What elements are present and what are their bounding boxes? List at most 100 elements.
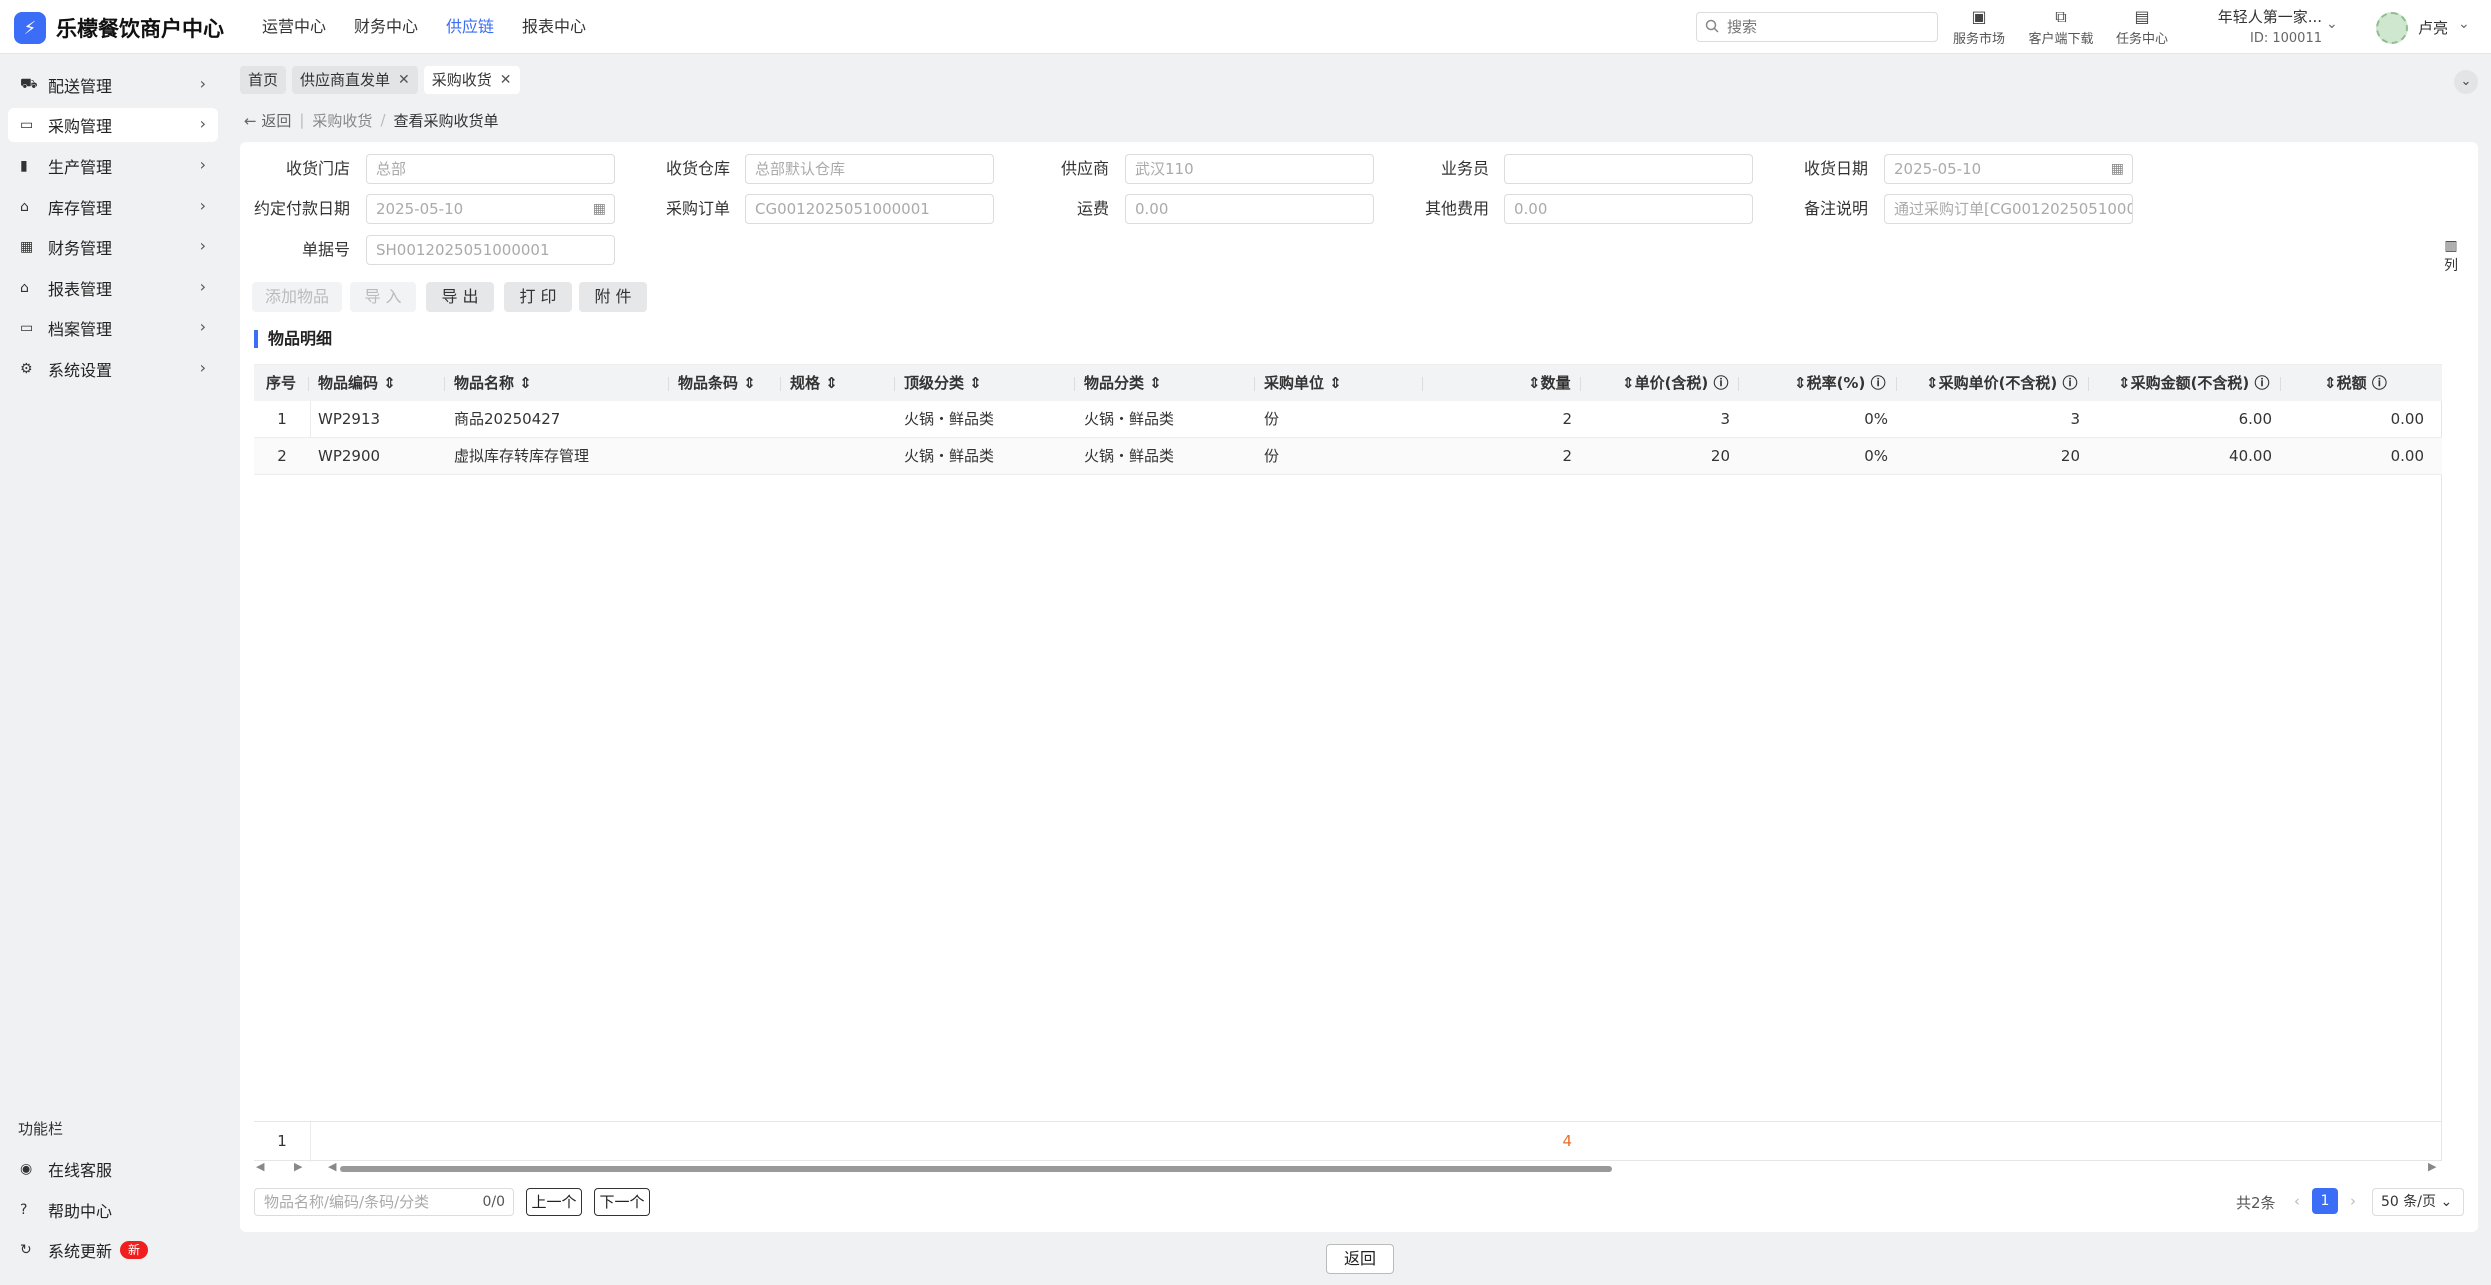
sidebar-item-settings[interactable]: ⚙ 系统设置 ›: [8, 352, 218, 386]
freight-input[interactable]: 0.00: [1125, 194, 1374, 224]
pager-total: 共2条: [2236, 1194, 2276, 1212]
sidebar-item-reports[interactable]: ⌂ 报表管理 ›: [8, 271, 218, 305]
field-label: 收货仓库: [665, 159, 730, 178]
avatar[interactable]: [2376, 12, 2408, 44]
arrow-right-icon[interactable]: ▶: [2428, 1160, 2436, 1173]
tab-purchase-receipt[interactable]: 采购收货 ✕: [423, 66, 520, 94]
calendar-icon: ▦: [592, 201, 606, 217]
shop-icon: ▣: [1971, 7, 1987, 26]
service-market-button[interactable]: ▣ 服务市场: [1944, 6, 2014, 47]
logo[interactable]: ⚡ 乐檬餐饮商户中心: [14, 12, 224, 44]
chevron-down-icon[interactable]: ⌄: [2454, 70, 2478, 94]
receive-date-input[interactable]: 2025-05-10 ▦: [1884, 154, 2133, 184]
chevron-down-icon[interactable]: ⌄: [2326, 16, 2338, 32]
th-qty[interactable]: ⇕数量: [1528, 365, 1571, 401]
back-link[interactable]: ← 返回: [244, 110, 291, 131]
pager-prev-icon[interactable]: ‹: [2294, 1192, 2300, 1210]
topnav-supply-chain[interactable]: 供应链: [432, 0, 508, 54]
topnav-finance[interactable]: 财务中心: [340, 0, 432, 54]
find-next-button[interactable]: 下一个: [594, 1188, 650, 1216]
summary-qty: 4: [1562, 1132, 1572, 1150]
table-row[interactable]: 2 WP2900 虚拟库存转库存管理 火锅・鲜品类 火锅・鲜品类 份 2 20 …: [254, 438, 2442, 475]
breadcrumb-parent[interactable]: 采购收货: [312, 110, 372, 131]
export-button[interactable]: 导 出: [426, 282, 494, 312]
online-support-button[interactable]: ◉ 在线客服: [8, 1152, 218, 1186]
horizontal-scrollbar[interactable]: ◀ ▶ ◀ ▶: [254, 1160, 2442, 1176]
chevron-down-icon: ⌄: [2440, 1194, 2453, 1210]
sidebar-item-inventory[interactable]: ⌂ 库存管理 ›: [8, 190, 218, 224]
scroll-thumb[interactable]: [340, 1166, 1612, 1172]
supplier-input[interactable]: 武汉110: [1125, 154, 1374, 184]
store-icon: ⌂: [20, 280, 29, 296]
arrow-left-icon[interactable]: ◀: [256, 1160, 264, 1173]
sort-icon: ⇕: [519, 374, 532, 392]
other-fee-input[interactable]: 0.00: [1504, 194, 1753, 224]
back-button[interactable]: 返回: [1326, 1244, 1394, 1274]
th-tax[interactable]: ⇕税额 ⓘ: [2324, 365, 2387, 401]
topnav-reports[interactable]: 报表中心: [508, 0, 600, 54]
add-item-button[interactable]: 添加物品: [252, 282, 342, 312]
close-icon[interactable]: ✕: [500, 66, 512, 94]
topnav-operations[interactable]: 运营中心: [248, 0, 340, 54]
th-barcode[interactable]: 物品条码 ⇕: [678, 365, 756, 401]
th-tax-rate[interactable]: ⇕税率(%) ⓘ: [1794, 365, 1886, 401]
purchase-order-input[interactable]: CG0012025051000001: [745, 194, 994, 224]
column-settings-button[interactable]: ▥ 列: [2438, 236, 2464, 276]
field-label: 供应商: [1060, 159, 1109, 178]
import-button[interactable]: 导 入: [350, 282, 416, 312]
tab-supplier-direct[interactable]: 供应商直发单 ✕: [292, 66, 418, 94]
arrow-left-icon[interactable]: ◀: [328, 1160, 336, 1173]
search-icon: [1705, 18, 1719, 37]
sidebar-item-finance[interactable]: ▦ 财务管理 ›: [8, 230, 218, 264]
th-code[interactable]: 物品编码 ⇕: [318, 365, 396, 401]
close-icon[interactable]: ✕: [398, 66, 410, 94]
sidebar-item-delivery[interactable]: ⛟ 配送管理 ›: [8, 68, 218, 102]
th-amount-notax[interactable]: ⇕采购金额(不含税) ⓘ: [2118, 365, 2270, 401]
page-size-select[interactable]: 50 条/页 ⌄: [2372, 1188, 2464, 1216]
client-download-button[interactable]: ⧉ 客户端下载: [2026, 6, 2096, 47]
help-icon: ?: [20, 1202, 28, 1218]
print-button[interactable]: 打 印: [504, 282, 572, 312]
arrow-right-icon[interactable]: ▶: [294, 1160, 302, 1173]
remark-input[interactable]: 通过采购订单[CG0012025051000: [1884, 194, 2133, 224]
pager-page-1[interactable]: 1: [2312, 1188, 2338, 1214]
find-prev-button[interactable]: 上一个: [526, 1188, 582, 1216]
payment-date-input[interactable]: 2025-05-10 ▦: [366, 194, 615, 224]
system-update-button[interactable]: ↻ 系统更新 新: [8, 1233, 218, 1267]
sort-icon: ⇕: [1528, 374, 1541, 392]
tab-home[interactable]: 首页: [240, 66, 287, 94]
th-top-category[interactable]: 顶级分类 ⇕: [904, 365, 982, 401]
field-label: 运费: [1076, 199, 1109, 218]
th-price-tax[interactable]: ⇕单价(含税) ⓘ: [1622, 365, 1729, 401]
truck-icon: ⛟: [20, 76, 38, 92]
doc-number-input[interactable]: SH0012025051000001: [366, 235, 615, 265]
chevron-right-icon: ›: [199, 236, 206, 255]
search-input[interactable]: [1725, 17, 1925, 37]
help-icon: ⓘ: [1713, 374, 1729, 392]
inbox-icon: ▭: [20, 117, 34, 133]
th-name[interactable]: 物品名称 ⇕: [454, 365, 532, 401]
receive-warehouse-input[interactable]: 总部默认仓库: [745, 154, 994, 184]
th-category[interactable]: 物品分类 ⇕: [1084, 365, 1162, 401]
field-label: 约定付款日期: [253, 199, 350, 218]
th-unit[interactable]: 采购单位 ⇕: [1264, 365, 1342, 401]
receive-store-input[interactable]: 总部: [366, 154, 615, 184]
clipboard-icon: ▤: [2134, 7, 2150, 26]
th-spec[interactable]: 规格 ⇕: [790, 365, 838, 401]
attachment-button[interactable]: 附 件: [579, 282, 647, 312]
task-center-button[interactable]: ▤ 任务中心: [2107, 6, 2177, 47]
sidebar-item-archive[interactable]: ▭ 档案管理 ›: [8, 311, 218, 345]
company-switcher[interactable]: 年轻人第一家... ID: 100011: [2192, 6, 2322, 46]
sidebar-item-production[interactable]: ▮ 生产管理 ›: [8, 149, 218, 183]
item-find-input[interactable]: 物品名称/编码/条码/分类 0/0: [254, 1188, 514, 1216]
help-center-button[interactable]: ? 帮助中心: [8, 1193, 218, 1227]
salesperson-input[interactable]: [1504, 154, 1753, 184]
th-price-notax[interactable]: ⇕采购单价(不含税) ⓘ: [1926, 365, 2078, 401]
sort-icon: ⇕: [2324, 374, 2337, 392]
pager-next-icon[interactable]: ›: [2350, 1192, 2356, 1210]
sidebar-item-purchase[interactable]: ▭ 采购管理 ›: [8, 108, 218, 142]
chevron-down-icon[interactable]: ⌄: [2458, 16, 2470, 32]
search-box[interactable]: [1696, 12, 1938, 42]
table-row[interactable]: 1 WP2913 商品20250427 火锅・鲜品类 火锅・鲜品类 份 2 3 …: [254, 401, 2442, 438]
user-name[interactable]: 卢亮: [2418, 17, 2448, 38]
